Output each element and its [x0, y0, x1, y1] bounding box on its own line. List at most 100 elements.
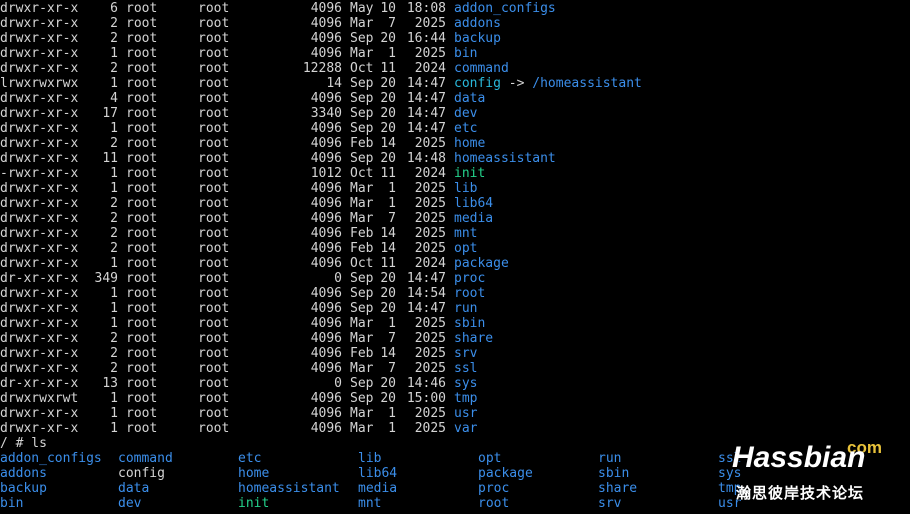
listing-group: root	[198, 316, 230, 331]
listing-links: 2	[110, 61, 118, 76]
listing-name: lib	[454, 181, 477, 196]
listing-size: 4096	[310, 211, 342, 226]
listing-row: drwxr-xr-x 2 root root 12288 Oct 11 2024 command	[0, 61, 910, 76]
listing-name: init	[454, 166, 485, 181]
listing-day: 11	[380, 256, 396, 271]
listing-owner: root	[126, 301, 158, 316]
entry-name: dev	[454, 106, 478, 121]
listing-group: root	[198, 121, 230, 136]
listing-time: 14:47	[406, 76, 446, 91]
entry-name: init	[454, 166, 486, 181]
listing-name: proc	[454, 271, 485, 286]
listing-time: 14:47	[406, 91, 446, 106]
listing-month: Feb	[350, 226, 374, 241]
listing-links: 1	[110, 421, 118, 436]
listing-row: drwxr-xr-x 1 root root 4096 Oct 11 2024 package	[0, 256, 910, 271]
ls-grid-entry: home	[238, 466, 270, 481]
listing-links: 2	[110, 346, 118, 361]
listing-size: 4096	[310, 196, 342, 211]
listing-day: 20	[380, 151, 396, 166]
listing-day: 1	[388, 316, 396, 331]
listing-links: 1	[110, 286, 118, 301]
listing-name: var	[454, 421, 477, 436]
listing-time: 2025	[414, 346, 446, 361]
ls-grid-entry: addons	[0, 466, 47, 481]
entry-name: backup	[454, 31, 501, 46]
listing-owner: root	[126, 346, 158, 361]
listing-group: root	[198, 361, 230, 376]
listing-month: Feb	[350, 136, 374, 151]
listing-day: 20	[380, 391, 396, 406]
listing-month: Sep	[350, 151, 374, 166]
entry-name: media	[454, 211, 494, 226]
listing-owner: root	[126, 136, 158, 151]
ls-long-listing: drwxr-xr-x 6 root root 4096 May 10 18:08 addon_c…	[0, 1, 910, 436]
listing-day: 14	[380, 226, 396, 241]
listing-links: 2	[110, 136, 118, 151]
ls-grid-entry: dev	[118, 496, 142, 511]
listing-perm: drwxr-xr-x	[0, 256, 79, 271]
ls-grid-entry: package	[478, 466, 533, 481]
listing-day: 11	[380, 166, 396, 181]
entry-name: data	[454, 91, 486, 106]
entry-name: lib	[454, 181, 478, 196]
listing-time: 2024	[414, 61, 446, 76]
listing-row: drwxr-xr-x 2 root root 4096 Feb 14 2025 opt	[0, 241, 910, 256]
listing-owner: root	[126, 166, 158, 181]
terminal-window[interactable]: drwxr-xr-x 6 root root 4096 May 10 18:08 addon_c…	[0, 1, 910, 514]
listing-group: root	[198, 226, 230, 241]
listing-links: 1	[110, 46, 118, 61]
listing-day: 14	[380, 346, 396, 361]
listing-links: 1	[110, 181, 118, 196]
listing-perm: drwxr-xr-x	[0, 106, 79, 121]
listing-row: drwxr-xr-x 2 root root 4096 Mar 7 2025 addons	[0, 16, 910, 31]
listing-size: 4096	[310, 91, 342, 106]
listing-row: drwxr-xr-x 17 root root 3340 Sep 20 14:47 dev	[0, 106, 910, 121]
listing-links: 13	[102, 376, 118, 391]
listing-perm: drwxr-xr-x	[0, 16, 79, 31]
ls-grid-entry: command	[118, 451, 173, 466]
listing-month: Sep	[350, 286, 374, 301]
symlink-target: /homeassistant	[532, 76, 642, 91]
ls-grid-output: addon_configs command etc lib opt run ssl addon…	[0, 451, 910, 511]
listing-month: Mar	[350, 181, 374, 196]
entry-name: var	[454, 421, 478, 436]
listing-row: drwxr-xr-x 1 root root 4096 Mar 1 2025 lib	[0, 181, 910, 196]
listing-owner: root	[126, 391, 158, 406]
listing-links: 1	[110, 391, 118, 406]
listing-month: Sep	[350, 76, 374, 91]
listing-owner: root	[126, 361, 158, 376]
listing-time: 2025	[414, 406, 446, 421]
listing-name: opt	[454, 241, 477, 256]
listing-time: 14:47	[406, 106, 446, 121]
ls-grid-entry: sbin	[598, 466, 630, 481]
ls-grid-entry: usr	[718, 496, 742, 511]
listing-day: 10	[380, 1, 396, 16]
listing-perm: dr-xr-xr-x	[0, 271, 79, 286]
listing-links: 2	[110, 226, 118, 241]
entry-name: addon_configs	[454, 1, 556, 16]
listing-name: backup	[454, 31, 501, 46]
ls-grid-entry: share	[598, 481, 638, 496]
listing-name: data	[454, 91, 485, 106]
listing-links: 1	[110, 76, 118, 91]
listing-time: 2025	[414, 226, 446, 241]
listing-row: drwxr-xr-x 1 root root 4096 Mar 1 2025 bin	[0, 46, 910, 61]
listing-size: 4096	[310, 256, 342, 271]
listing-links: 1	[110, 256, 118, 271]
ls-grid-entry: proc	[478, 481, 510, 496]
listing-row: drwxr-xr-x 1 root root 4096 Sep 20 14:47 etc	[0, 121, 910, 136]
listing-owner: root	[126, 331, 158, 346]
listing-size: 4096	[310, 151, 342, 166]
listing-day: 1	[388, 406, 396, 421]
ls-grid-entry: srv	[598, 496, 622, 511]
listing-name: usr	[454, 406, 477, 421]
listing-group: root	[198, 76, 230, 91]
listing-links: 2	[110, 31, 118, 46]
listing-perm: drwxr-xr-x	[0, 406, 79, 421]
ls-grid-entry: lib	[358, 451, 382, 466]
listing-time: 2024	[414, 166, 446, 181]
listing-month: Sep	[350, 106, 374, 121]
listing-group: root	[198, 241, 230, 256]
ls-grid-entry: media	[358, 481, 398, 496]
